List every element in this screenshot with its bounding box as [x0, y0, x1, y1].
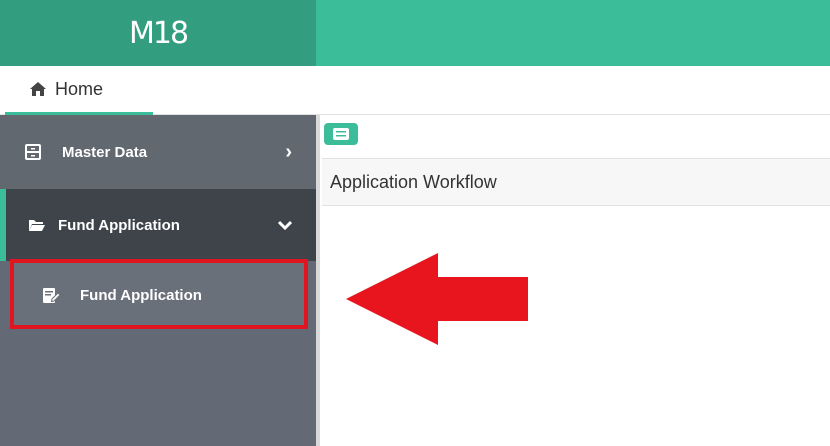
- menu-toggle-button[interactable]: [324, 123, 358, 145]
- home-icon: [30, 82, 46, 96]
- sidebar-item-label: Fund Application: [80, 286, 202, 304]
- tab-bar: Home: [0, 66, 830, 115]
- app-logo: M18: [128, 15, 189, 51]
- sidebar-item-fund-application-group[interactable]: Fund Application: [0, 189, 316, 261]
- archive-icon: [25, 144, 41, 160]
- tab-home-label: Home: [55, 78, 104, 99]
- tab-home[interactable]: Home: [5, 66, 153, 115]
- highlighted-subitem[interactable]: Fund Application: [42, 286, 202, 304]
- top-bar: M18: [0, 0, 830, 66]
- edit-document-icon: [43, 288, 60, 303]
- logo-area[interactable]: M18: [0, 0, 316, 66]
- sidebar-item-master-data[interactable]: Master Data ›: [0, 115, 316, 189]
- panel-title: Application Workflow: [322, 158, 830, 206]
- sidebar-item-label: Master Data: [62, 143, 148, 161]
- sidebar-divider: [316, 115, 320, 446]
- chevron-down-icon: [278, 220, 292, 230]
- panel-title-text: Application Workflow: [330, 171, 497, 192]
- chevron-right-icon: ›: [285, 140, 292, 163]
- red-arrow-annotation: [346, 253, 528, 345]
- sidebar-item-label: Fund Application: [58, 216, 180, 234]
- menu-icon: [333, 128, 349, 140]
- folder-open-icon: [29, 220, 45, 231]
